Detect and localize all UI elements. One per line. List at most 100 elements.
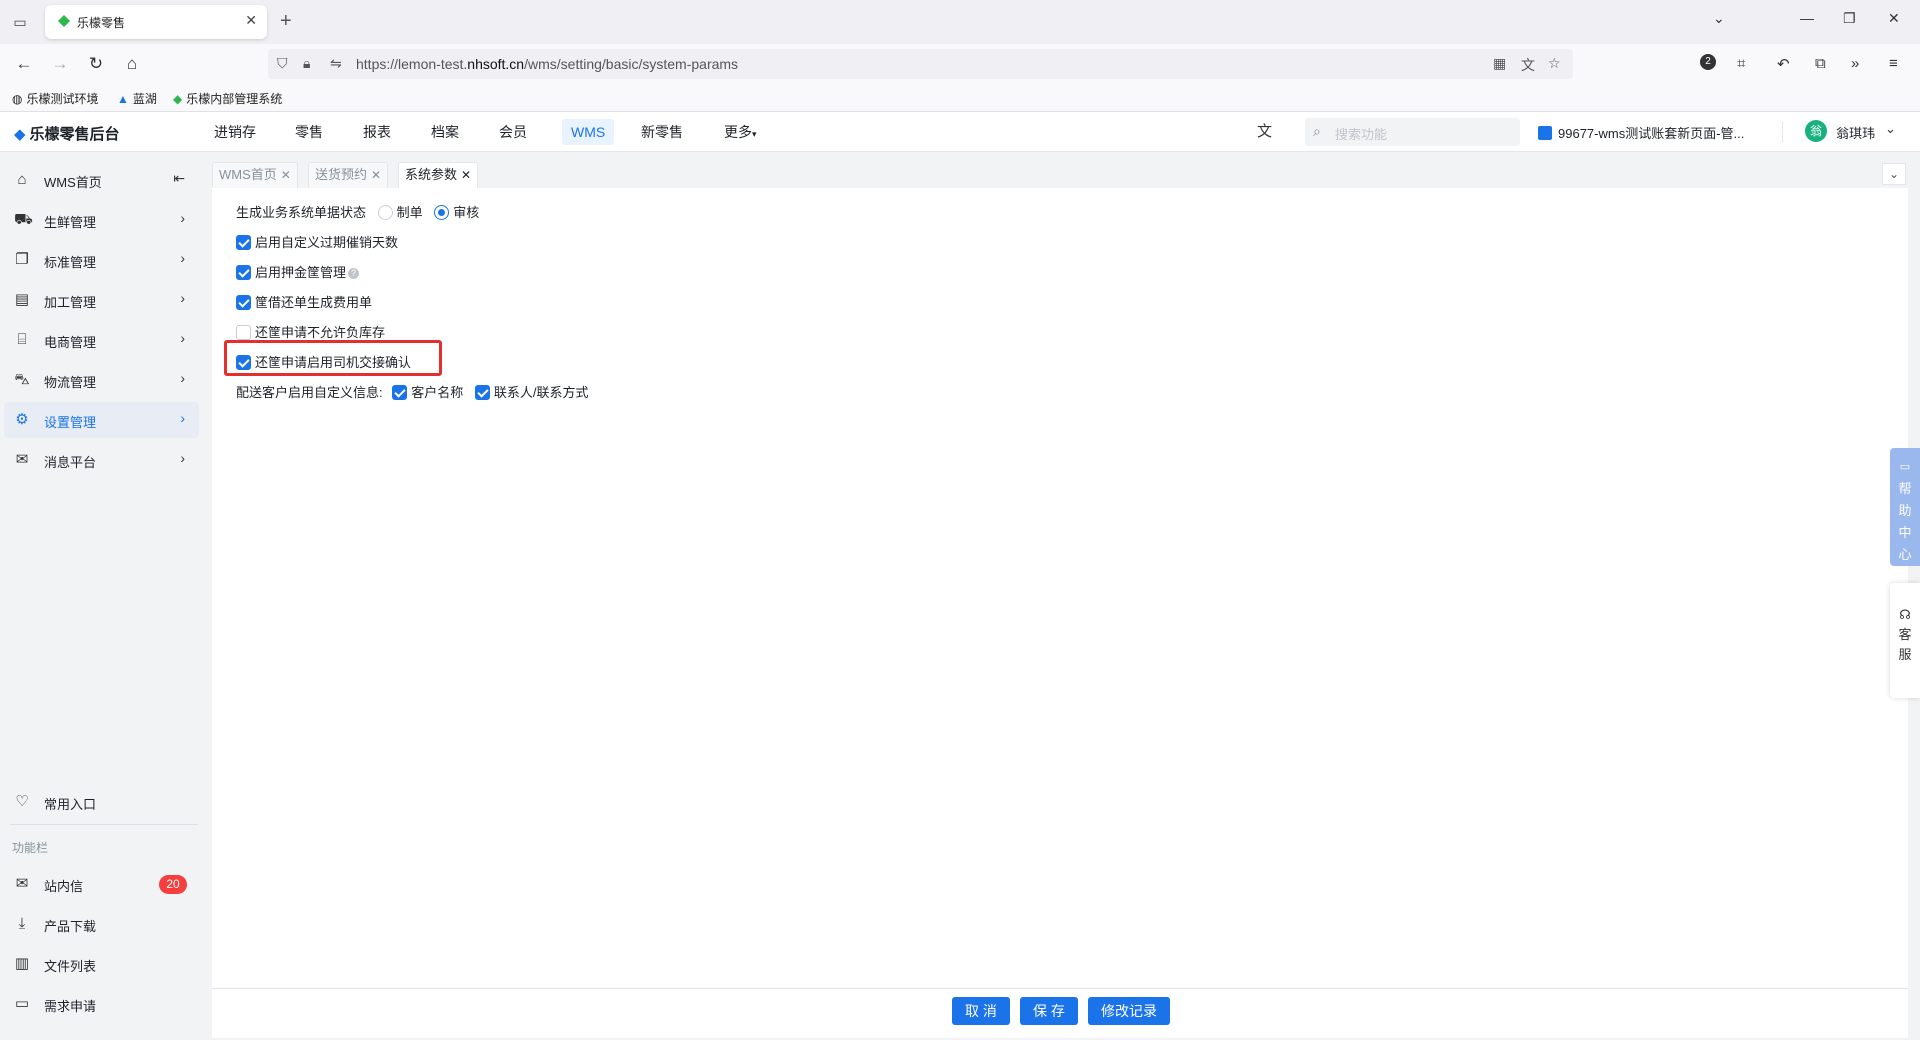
- sidebar-item-ecommerce[interactable]: ⌸ 电商管理 ›: [4, 322, 199, 358]
- sidebar-item-messages[interactable]: ✉ 消息平台 ›: [4, 442, 199, 478]
- radio-draft[interactable]: [377, 205, 393, 220]
- checkbox-row[interactable]: 启用自定义过期催销天数: [236, 232, 398, 252]
- close-tab-icon[interactable]: ✕: [245, 12, 257, 29]
- help-center-widget[interactable]: ▭ 帮 助 中 心: [1890, 448, 1920, 566]
- sidebar-item-standard[interactable]: ❐ 标准管理 ›: [4, 242, 199, 278]
- extensions-icon[interactable]: ⧉: [1815, 55, 1826, 72]
- nav-item-retail[interactable]: 零售: [286, 119, 332, 145]
- highlight-annotation: [224, 340, 442, 376]
- sidebar-item-inbox[interactable]: ✉ 站内信 20: [4, 866, 199, 902]
- sidebar-divider: [10, 824, 198, 825]
- account-badge-icon[interactable]: 2: [1700, 54, 1716, 70]
- permissions-icon[interactable]: ⇋: [330, 55, 342, 72]
- reload-icon[interactable]: ↻: [84, 52, 108, 76]
- checkbox-row[interactable]: 启用押金筐管理?: [236, 262, 360, 282]
- nav-item-reports[interactable]: 报表: [354, 119, 400, 145]
- sidebar-item-logistics[interactable]: ⛍ 物流管理 ›: [4, 362, 199, 398]
- checkbox[interactable]: [392, 385, 408, 400]
- translate-icon[interactable]: 文: [1257, 120, 1272, 141]
- tab-system-params[interactable]: 系统参数 ✕: [398, 162, 479, 188]
- checkbox-row[interactable]: 还筐申请不允许负库存: [236, 322, 385, 342]
- nav-item-archives[interactable]: 档案: [422, 119, 468, 145]
- checkbox[interactable]: [236, 265, 251, 280]
- chevron-right-icon: ›: [180, 250, 185, 266]
- chevron-right-icon: ›: [180, 410, 185, 426]
- nav-item-wms[interactable]: WMS: [562, 119, 615, 145]
- forward-icon[interactable]: →: [48, 52, 72, 76]
- chevron-down-icon[interactable]: ⌄: [1885, 121, 1896, 137]
- chevron-right-icon: ›: [180, 450, 185, 466]
- checkbox-row[interactable]: 筐借还单生成费用单: [236, 292, 372, 312]
- home-icon[interactable]: ⌂: [120, 52, 144, 76]
- restore-icon[interactable]: ❐: [1843, 10, 1856, 27]
- nav-item-jinxiaocun[interactable]: 进销存: [205, 119, 265, 145]
- customer-service-widget[interactable]: ☊ 客 服: [1890, 583, 1920, 698]
- tab-list-icon[interactable]: ⌄: [1713, 10, 1725, 27]
- help-center-char: 中: [1898, 525, 1912, 540]
- chart-icon: ▥: [14, 955, 30, 972]
- avatar[interactable]: 翁: [1805, 120, 1827, 142]
- sidebar-item-label: 常用入口: [44, 797, 97, 812]
- browser-tab[interactable]: 乐檬零售 ✕: [45, 5, 267, 39]
- sidebar-item-favorites[interactable]: ♡ 常用入口: [4, 784, 199, 820]
- qrcode-icon[interactable]: ▦: [1493, 55, 1506, 72]
- checkbox[interactable]: [236, 295, 251, 310]
- new-tab-icon[interactable]: +: [280, 10, 292, 33]
- shield-icon[interactable]: ⛉: [277, 55, 288, 72]
- shop-selector[interactable]: 99677-wms测试账套新页面-管...: [1538, 123, 1744, 142]
- sidebar-item-requests[interactable]: ▭ 需求申请: [4, 986, 199, 1022]
- tabs-dropdown-icon[interactable]: ⌄: [1882, 163, 1906, 185]
- collapse-sidebar-icon[interactable]: ⇤: [173, 170, 185, 187]
- tab-wms-home[interactable]: WMS首页 ✕: [212, 162, 298, 188]
- sidebar-item-label: 文件列表: [44, 959, 97, 974]
- bookmark-item[interactable]: ◆ 乐檬内部管理系统: [173, 90, 282, 107]
- checkbox-label: 联系人/联系方式: [493, 385, 589, 400]
- sidebar-item-settings[interactable]: ⚙ 设置管理 ›: [4, 402, 199, 438]
- close-window-icon[interactable]: ✕: [1888, 10, 1900, 27]
- history-button[interactable]: 修改记录: [1088, 997, 1170, 1025]
- close-icon[interactable]: ✕: [281, 168, 291, 182]
- settings-panel: 生成业务系统单据状态 制单 审核 启用自定义过期催销天数 启用押金筐管理? 筐借…: [212, 188, 1908, 988]
- tab-overview-icon[interactable]: ▭: [10, 12, 30, 32]
- nav-item-new-retail[interactable]: 新零售: [632, 119, 692, 145]
- checkbox[interactable]: [236, 235, 251, 250]
- search-input[interactable]: ⌕ 搜索功能: [1305, 118, 1520, 146]
- cancel-button[interactable]: 取 消: [952, 997, 1010, 1025]
- back-icon[interactable]: ←: [12, 52, 36, 76]
- checkbox[interactable]: [236, 325, 251, 340]
- bookmark-star-icon[interactable]: ☆: [1548, 55, 1561, 72]
- radio-audit[interactable]: [434, 205, 450, 220]
- app-logo[interactable]: ◆ 乐檬零售后台: [14, 123, 120, 144]
- logo-icon: ◆: [14, 126, 26, 143]
- sidebar-item-files[interactable]: ▥ 文件列表: [4, 946, 199, 982]
- checkbox[interactable]: [474, 385, 490, 400]
- bookmark-item[interactable]: ◍ 乐檬测试环境: [12, 90, 99, 107]
- service-char: 客: [1898, 627, 1912, 642]
- menu-icon[interactable]: ≡: [1889, 55, 1898, 72]
- minimize-icon[interactable]: —: [1800, 10, 1814, 26]
- translate-icon[interactable]: 文: [1521, 55, 1535, 75]
- undo-icon[interactable]: ↶: [1777, 55, 1790, 73]
- bookmark-item[interactable]: ▲ 蓝湖: [117, 90, 157, 107]
- save-button[interactable]: 保 存: [1020, 997, 1078, 1025]
- search-placeholder: 搜索功能: [1335, 127, 1388, 142]
- sidebar-item-label: 电商管理: [44, 335, 97, 350]
- close-icon[interactable]: ✕: [371, 168, 381, 182]
- lock-icon[interactable]: 🔒︎: [303, 55, 310, 72]
- status-setting-row: 生成业务系统单据状态 制单 审核: [236, 202, 479, 222]
- close-icon[interactable]: ✕: [461, 168, 471, 182]
- sidebar-item-download[interactable]: ⤓ 产品下载: [4, 906, 199, 942]
- app-header: ◆ 乐檬零售后台 进销存 零售 报表 档案 会员 WMS 新零售 更多▾ 文 ⌕ …: [0, 112, 1920, 152]
- user-name[interactable]: 翁琪玮: [1836, 123, 1875, 142]
- nav-item-more[interactable]: 更多▾: [715, 119, 766, 145]
- sidebar-item-wms-home[interactable]: ⌂ WMS首页 ⇤: [4, 162, 199, 198]
- crop-icon[interactable]: ⌗: [1737, 55, 1745, 72]
- sidebar-item-processing[interactable]: ▤ 加工管理 ›: [4, 282, 199, 318]
- sidebar-item-fresh[interactable]: ⛟ 生鲜管理 ›: [4, 202, 199, 238]
- nav-item-members[interactable]: 会员: [490, 119, 536, 145]
- url-text[interactable]: https://lemon-test.nhsoft.cn/wms/setting…: [356, 56, 738, 72]
- address-bar[interactable]: ⛉ 🔒︎ ⇋ https://lemon-test.nhsoft.cn/wms/…: [268, 49, 1573, 79]
- help-icon[interactable]: ?: [348, 268, 360, 279]
- tab-delivery-booking[interactable]: 送货预约 ✕: [308, 162, 389, 188]
- overflow-icon[interactable]: »: [1851, 55, 1859, 72]
